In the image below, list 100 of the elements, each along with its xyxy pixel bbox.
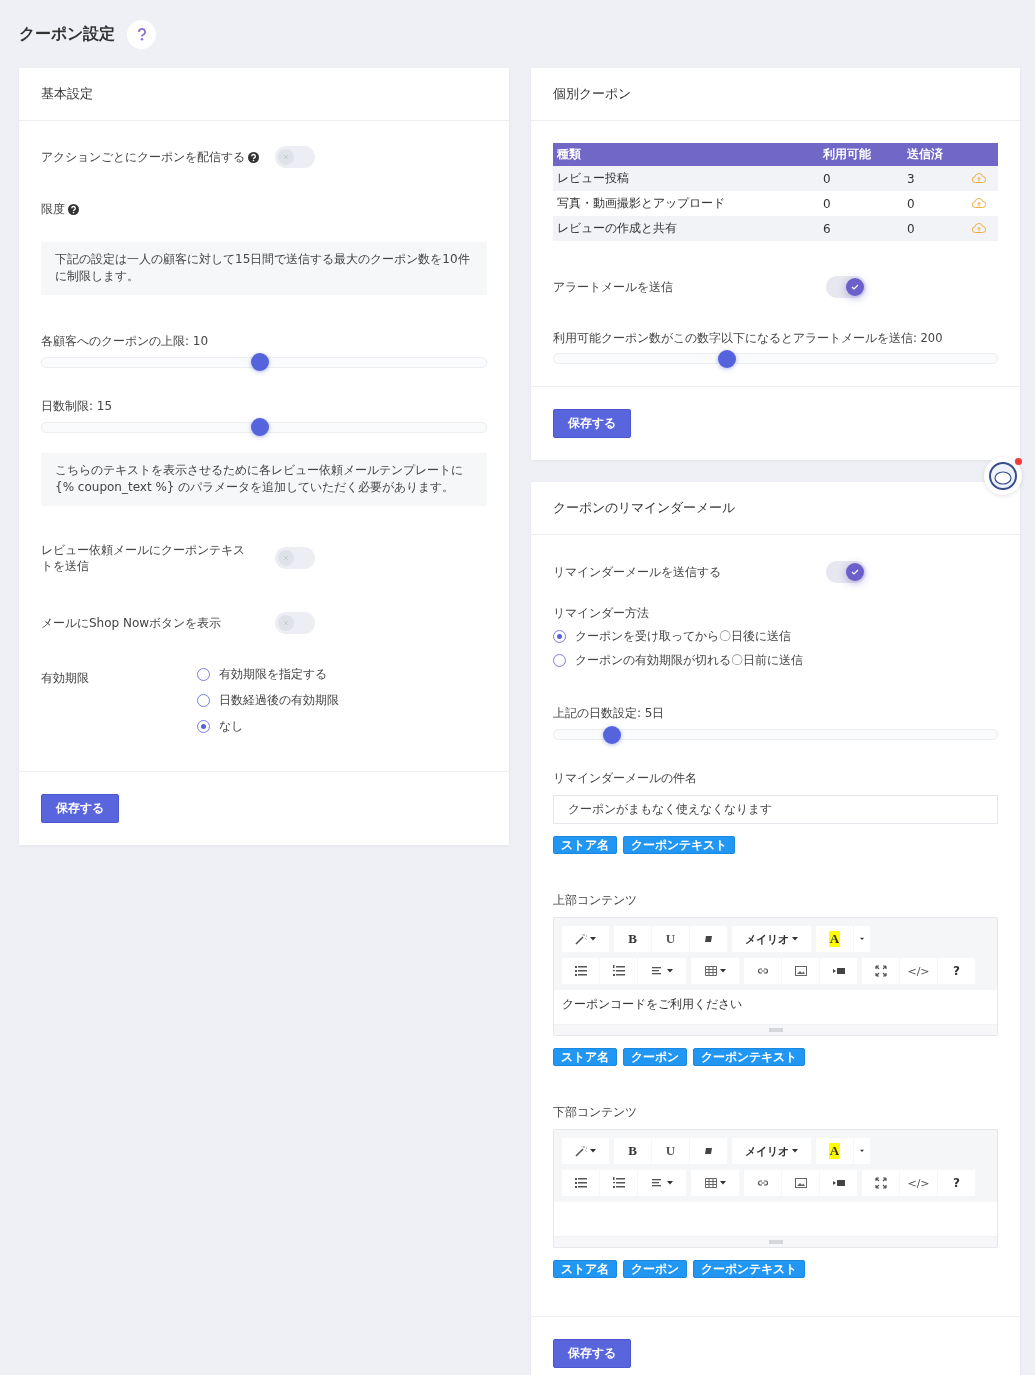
bulleted-list-icon	[574, 965, 587, 977]
toolbar-button[interactable]	[562, 1170, 599, 1196]
table-cell-text: 0	[906, 221, 916, 236]
table-icon	[704, 1177, 717, 1189]
eraser-icon	[702, 933, 715, 945]
toolbar-button[interactable]	[690, 926, 727, 952]
toolbar-button[interactable]	[862, 1170, 899, 1196]
slider-thumb[interactable]	[602, 725, 621, 744]
card-title: 基本設定	[19, 68, 509, 121]
magic-wand-icon	[575, 1145, 587, 1157]
toggle-switch[interactable]	[826, 276, 866, 298]
toolbar-button[interactable]	[862, 958, 899, 984]
slider-thumb[interactable]	[250, 418, 269, 437]
underline-button[interactable]: U	[652, 926, 689, 952]
notification-dot	[1015, 458, 1022, 465]
cloud-upload-icon	[972, 197, 986, 208]
info-note: こちらのテキストを表示させるために各レビュー依頼メールテンプレートに {% coupon_text %} のパラメータを追加していただく必要があります。	[41, 452, 487, 506]
radio-label[interactable]: 有効期限を指定する	[219, 665, 327, 683]
slider-thumb[interactable]	[250, 353, 269, 372]
table-cell-text: 6	[822, 221, 832, 236]
numbered-list-icon	[612, 1177, 625, 1189]
toolbar-button[interactable]	[638, 958, 686, 984]
caret-icon	[719, 1181, 726, 1185]
column-header: 種類	[556, 146, 582, 163]
radio-button[interactable]	[197, 719, 210, 733]
radio-button[interactable]	[553, 630, 566, 643]
toolbar-button[interactable]	[562, 958, 599, 984]
help-button[interactable]	[127, 19, 156, 49]
toolbar-button[interactable]	[820, 958, 857, 984]
slider-track[interactable]	[41, 421, 487, 433]
font-dropdown[interactable]: メイリオ	[732, 1138, 811, 1164]
page-title: クーポン設定	[19, 23, 115, 45]
setting-label: アクションごとにクーポンを配信する	[41, 148, 245, 166]
align-icon	[651, 965, 664, 977]
save-button[interactable]: 保存する	[41, 793, 119, 823]
cloud-upload-icon	[972, 222, 986, 233]
slider-label: 各顧客へのクーポンの上限: 10	[41, 332, 210, 350]
assistant-avatar-icon	[988, 461, 1018, 491]
field-label: 下部コンテンツ	[553, 1104, 638, 1121]
resize-handle[interactable]	[768, 1240, 783, 1244]
toolbar-button[interactable]	[691, 1170, 739, 1196]
toggle-switch[interactable]	[275, 146, 315, 168]
slider-thumb[interactable]	[717, 349, 736, 368]
toggle-switch[interactable]	[826, 561, 866, 583]
font-dropdown[interactable]: メイリオ	[732, 926, 811, 952]
radio-label[interactable]: クーポンを受け取ってから〇日後に送信	[575, 628, 791, 645]
color-dropdown[interactable]	[854, 1138, 870, 1164]
setting-label: レビュー依頼メールにクーポンテキストを送信	[41, 541, 246, 574]
toolbar-button[interactable]	[820, 1170, 857, 1196]
card-title: 個別クーポン	[531, 68, 1020, 121]
field-label: リマインダー方法	[553, 605, 650, 622]
toggle-switch[interactable]	[275, 611, 315, 634]
code-view-button[interactable]: </>	[900, 958, 937, 984]
save-button[interactable]: 保存する	[553, 409, 631, 438]
radio-label[interactable]: なし	[219, 717, 243, 735]
color-dropdown[interactable]	[854, 926, 870, 952]
bold-button[interactable]: B	[614, 926, 651, 952]
help-button[interactable]: ?	[938, 1170, 975, 1196]
field-label: 上部コンテンツ	[553, 892, 638, 909]
toolbar-button[interactable]	[782, 958, 819, 984]
radio-label[interactable]: 日数経過後の有効期限	[219, 691, 339, 709]
toolbar-button[interactable]	[600, 958, 637, 984]
info-note: 下記の設定は一人の顧客に対して15日間で送信する最大のクーポン数を10件に制限します。	[41, 242, 487, 295]
editor-content-area[interactable]: クーポンコードをご利用ください	[554, 990, 997, 1024]
help-button[interactable]: ?	[938, 958, 975, 984]
caret-icon	[860, 937, 864, 941]
resize-handle[interactable]	[768, 1028, 783, 1032]
assistant-button[interactable]	[984, 457, 1022, 495]
toggle-switch[interactable]	[275, 546, 315, 569]
radio-button[interactable]	[197, 693, 210, 707]
color-button[interactable]: A	[816, 1138, 853, 1164]
color-button[interactable]: A	[816, 926, 853, 952]
setting-label: メールにShop Nowボタンを表示	[41, 614, 222, 632]
toolbar-button[interactable]	[782, 1170, 819, 1196]
link-icon	[756, 1177, 769, 1189]
bold-button[interactable]: B	[614, 1138, 651, 1164]
caret-icon	[792, 937, 798, 941]
radio-label[interactable]: クーポンの有効期限が切れる〇日前に送信	[575, 652, 803, 669]
radio-button[interactable]	[553, 654, 566, 667]
save-button[interactable]: 保存する	[553, 1339, 631, 1368]
toolbar-button[interactable]	[691, 958, 739, 984]
slider-label: 上記の日数設定: 5日	[553, 705, 666, 722]
caret-icon	[666, 969, 673, 973]
table-cell-text: 0	[906, 196, 916, 211]
toolbar-button[interactable]	[690, 1138, 727, 1164]
link-icon	[756, 965, 769, 977]
code-view-button[interactable]: </>	[900, 1170, 937, 1196]
table-cell-text: 3	[906, 171, 916, 186]
setting-label: 有効期限	[41, 669, 90, 687]
subject-field[interactable]: クーポンがまもなく使えなくなります	[553, 795, 998, 824]
slider-track[interactable]	[41, 356, 487, 368]
table-cell-text: 0	[822, 171, 832, 186]
question-icon	[136, 27, 147, 41]
caret-icon	[860, 1149, 864, 1153]
toolbar-button[interactable]	[600, 1170, 637, 1196]
underline-button[interactable]: U	[652, 1138, 689, 1164]
radio-button[interactable]	[197, 667, 210, 681]
setting-label: リマインダーメールを送信する	[553, 563, 722, 581]
check-icon	[851, 569, 859, 575]
toolbar-button[interactable]	[638, 1170, 686, 1196]
